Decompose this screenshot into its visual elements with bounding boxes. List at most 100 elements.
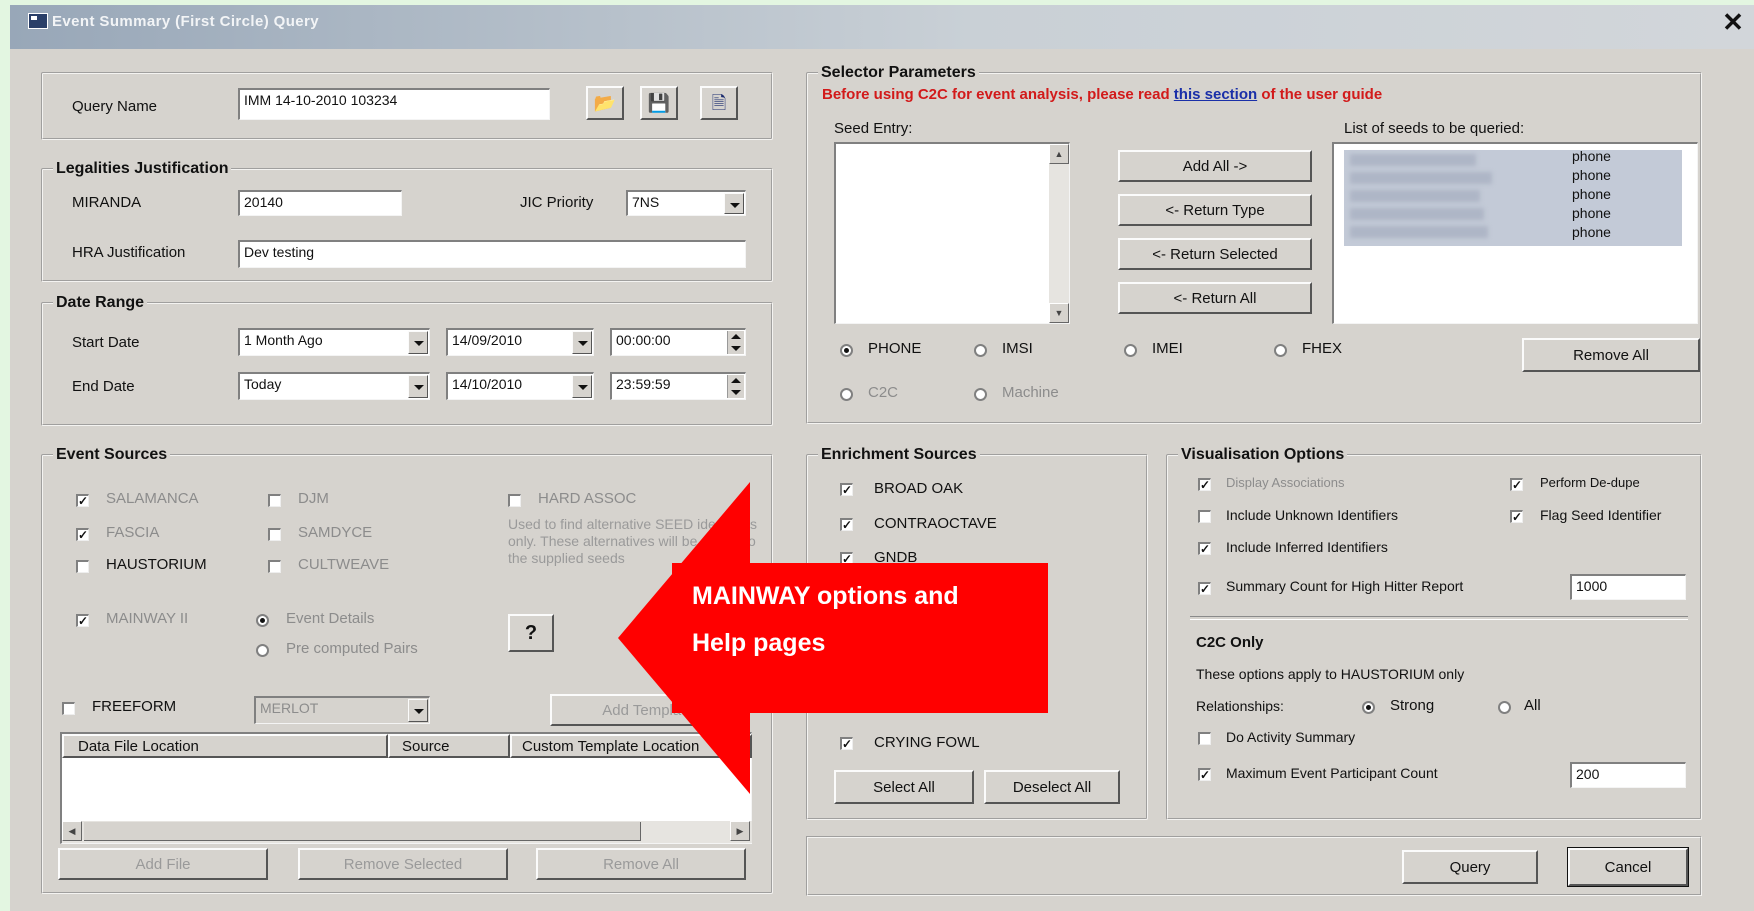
spinner-arrows-icon[interactable]	[727, 331, 744, 354]
warning-text-after: of the user guide	[1257, 86, 1383, 103]
scroll-right-icon[interactable]: ▶	[730, 821, 750, 841]
mainway-help-button[interactable]: ?	[508, 614, 554, 652]
start-time-spinner[interactable]: 00:00:00	[610, 328, 746, 356]
enrichment-sources-title: Enrichment Sources	[821, 446, 977, 463]
add-file-button[interactable]: Add File	[58, 848, 268, 880]
save-query-button[interactable]: 💾	[640, 86, 678, 120]
chevron-down-icon[interactable]	[572, 331, 592, 354]
chevron-down-icon[interactable]	[408, 331, 428, 354]
summary-count-checkbox[interactable]: ✓	[1198, 582, 1211, 595]
imsi-label: IMSI	[1002, 340, 1033, 357]
start-preset-select[interactable]: 1 Month Ago	[238, 328, 430, 356]
salamanca-checkbox[interactable]: ✓	[76, 494, 89, 507]
annotation-callout: MAINWAY options and Help pages	[672, 563, 1048, 713]
max-event-label: Maximum Event Participant Count	[1226, 765, 1438, 781]
add-all-button[interactable]: Add All ->	[1118, 150, 1312, 182]
imei-radio[interactable]	[1124, 344, 1137, 357]
query-button[interactable]: Query	[1402, 850, 1538, 884]
folder-open-icon: 📂	[593, 93, 617, 113]
column-source[interactable]: Source	[388, 734, 510, 758]
c2c-only-note: These options apply to HAUSTORIUM only	[1196, 666, 1465, 682]
return-selected-button[interactable]: <- Return Selected	[1118, 238, 1312, 270]
flag-seed-checkbox[interactable]: ✓	[1510, 510, 1523, 523]
fhex-radio[interactable]	[1274, 344, 1287, 357]
seed-entry-textarea[interactable]: ▲ ▼	[834, 142, 1070, 324]
return-all-button[interactable]: <- Return All	[1118, 282, 1312, 314]
miranda-label: MIRANDA	[72, 194, 142, 211]
phone-radio[interactable]	[840, 344, 853, 357]
end-date-picker[interactable]: 14/10/2010	[446, 372, 594, 400]
vertical-scrollbar[interactable]: ▲ ▼	[1049, 144, 1069, 323]
end-preset-select[interactable]: Today	[238, 372, 430, 400]
djm-label: DJM	[298, 490, 329, 507]
miranda-input[interactable]: 20140	[238, 190, 402, 216]
hard-assoc-checkbox[interactable]	[508, 494, 521, 507]
crying-fowl-label: CRYING FOWL	[874, 734, 980, 751]
haustorium-checkbox[interactable]	[76, 560, 89, 573]
samdyce-checkbox[interactable]	[268, 528, 281, 541]
horizontal-scrollbar[interactable]: ◀ ▶	[62, 821, 752, 843]
hra-justification-input[interactable]: Dev testing	[238, 240, 746, 268]
return-type-button[interactable]: <- Return Type	[1118, 194, 1312, 226]
djm-checkbox[interactable]	[268, 494, 281, 507]
chevron-down-icon[interactable]	[408, 699, 428, 722]
jic-priority-select[interactable]: 7NS	[626, 190, 746, 216]
scroll-down-icon[interactable]: ▼	[1049, 303, 1069, 323]
all-radio[interactable]	[1498, 701, 1511, 714]
fhex-label: FHEX	[1302, 340, 1343, 357]
max-event-input[interactable]: 200	[1570, 762, 1686, 788]
end-time-spinner[interactable]: 23:59:59	[610, 372, 746, 400]
fascia-checkbox[interactable]: ✓	[76, 528, 89, 541]
perform-dedupe-checkbox[interactable]: ✓	[1510, 478, 1523, 491]
broad-oak-checkbox[interactable]: ✓	[840, 483, 853, 496]
c2c-radio[interactable]	[840, 388, 853, 401]
remove-selected-file-button[interactable]: Remove Selected	[298, 848, 508, 880]
summary-count-input[interactable]: 1000	[1570, 574, 1686, 600]
column-data-file-location[interactable]: Data File Location	[62, 734, 388, 758]
do-activity-summary-checkbox[interactable]	[1198, 732, 1211, 745]
new-query-button[interactable]: 🗎	[700, 86, 738, 120]
precomputed-pairs-radio[interactable]	[256, 644, 269, 657]
start-date-label: Start Date	[72, 334, 140, 351]
machine-radio[interactable]	[974, 388, 987, 401]
spinner-arrows-icon[interactable]	[727, 375, 744, 398]
imsi-radio[interactable]	[974, 344, 987, 357]
select-all-enrichment-button[interactable]: Select All	[834, 770, 974, 804]
chevron-down-icon[interactable]	[724, 193, 744, 214]
display-associations-checkbox[interactable]: ✓	[1198, 478, 1211, 491]
freeform-checkbox[interactable]	[62, 702, 75, 715]
scroll-up-icon[interactable]: ▲	[1049, 144, 1069, 164]
start-date-picker[interactable]: 14/09/2010	[446, 328, 594, 356]
include-inferred-checkbox[interactable]: ✓	[1198, 542, 1211, 555]
haustorium-label: HAUSTORIUM	[106, 556, 207, 573]
user-guide-link[interactable]: this section	[1174, 86, 1257, 103]
open-query-button[interactable]: 📂	[586, 86, 624, 120]
redacted-seed	[1350, 226, 1488, 238]
seed-entry-label: Seed Entry:	[834, 120, 913, 137]
seed-list[interactable]: phone phone phone phone phone	[1332, 142, 1698, 324]
mainway-checkbox[interactable]: ✓	[76, 614, 89, 627]
freeform-source-select[interactable]: MERLOT	[254, 696, 430, 724]
crying-fowl-checkbox[interactable]: ✓	[840, 737, 853, 750]
event-details-radio[interactable]	[256, 614, 269, 627]
deselect-all-enrichment-button[interactable]: Deselect All	[984, 770, 1120, 804]
scroll-left-icon[interactable]: ◀	[62, 821, 82, 841]
cancel-button[interactable]: Cancel	[1567, 847, 1689, 887]
contraoctave-checkbox[interactable]: ✓	[840, 518, 853, 531]
include-unknown-checkbox[interactable]	[1198, 510, 1211, 523]
imei-label: IMEI	[1152, 340, 1183, 357]
cultweave-checkbox[interactable]	[268, 560, 281, 573]
end-preset-value: Today	[244, 376, 282, 392]
selector-parameters-title: Selector Parameters	[821, 64, 976, 81]
max-event-checkbox[interactable]: ✓	[1198, 768, 1211, 781]
remove-all-files-button[interactable]: Remove All	[536, 848, 746, 880]
close-button[interactable]: ✕	[1718, 8, 1748, 36]
redacted-seed	[1350, 154, 1476, 166]
chevron-down-icon[interactable]	[572, 375, 592, 398]
strong-radio[interactable]	[1362, 701, 1375, 714]
chevron-down-icon[interactable]	[408, 375, 428, 398]
query-name-input[interactable]: IMM 14-10-2010 103234	[238, 88, 550, 120]
remove-all-seeds-button[interactable]: Remove All	[1522, 338, 1700, 372]
scroll-thumb[interactable]	[84, 822, 641, 841]
c2c-label: C2C	[868, 384, 899, 401]
